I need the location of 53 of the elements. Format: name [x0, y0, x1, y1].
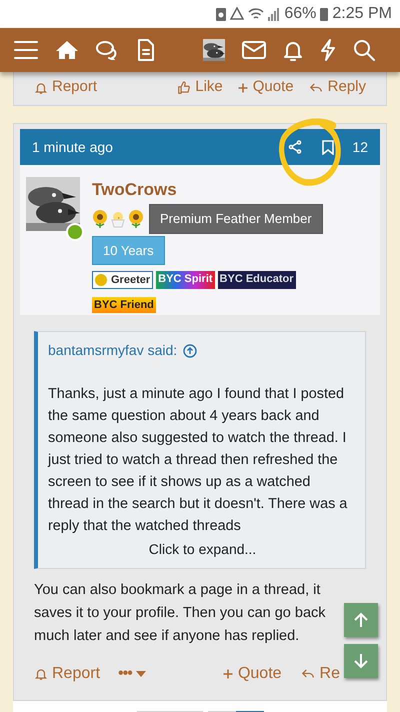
post-body: You can also bookmark a page in a thread, it saves it to your profile. Then you can go back much later and see if anyone has replied.	[34, 581, 327, 646]
wifi-icon	[248, 7, 264, 21]
report-link[interactable]: Report	[34, 662, 100, 686]
bookmark-icon[interactable]	[322, 140, 334, 154]
bell-icon[interactable]	[283, 39, 303, 61]
battery-icon	[320, 7, 328, 21]
tenure-badge: 10 Years	[92, 236, 165, 265]
caret-icon	[136, 671, 146, 677]
award-badge: BYC Educator	[218, 271, 296, 289]
award-badge: BYC Friend	[92, 297, 156, 313]
arrow-up-icon	[354, 612, 368, 628]
quote-link[interactable]: Quote	[236, 76, 294, 99]
quote-link[interactable]: Quote	[222, 662, 282, 686]
chick-icon	[110, 210, 126, 228]
report-link[interactable]: Report	[34, 76, 98, 99]
arrow-up-circle-icon[interactable]	[183, 344, 198, 358]
lightning-icon[interactable]	[320, 39, 336, 61]
recycle-icon	[230, 7, 244, 21]
user-avatar[interactable]	[203, 39, 225, 61]
menu-icon[interactable]	[14, 40, 38, 60]
post-time: 1 minute ago	[32, 138, 113, 157]
scroll-up-button[interactable]	[344, 603, 378, 637]
home-icon[interactable]	[55, 40, 79, 60]
arrow-down-icon	[354, 653, 368, 669]
battery-saver-icon	[216, 7, 226, 21]
sunflower-icon	[128, 210, 144, 228]
bell-icon	[34, 80, 48, 94]
document-icon[interactable]	[137, 39, 155, 61]
click-to-expand-link[interactable]: Click to expand...	[148, 539, 256, 560]
reply-icon	[308, 80, 324, 94]
share-icon[interactable]	[288, 140, 302, 154]
post-number: 12	[352, 138, 368, 156]
quote-text: Thanks, just a minute ago I found that I posted the same question about 4 years back and someone also suggested to watch the thread. I just tried to watch a thread then refreshed the screen to see if it shows up as a watched thread in the search but it doesn't. There was a reply that the watched threads	[48, 385, 348, 536]
scroll-down-button[interactable]	[344, 644, 378, 678]
bell-icon	[34, 667, 48, 681]
envelope-icon[interactable]	[242, 41, 266, 59]
battery-level: 66%	[284, 4, 316, 24]
reply-link[interactable]: Reply	[308, 76, 366, 99]
user-title-badge: Premium Feather Member	[149, 204, 323, 234]
search-icon[interactable]	[353, 39, 375, 61]
thumb-icon	[177, 80, 192, 94]
like-link[interactable]: Like	[177, 76, 223, 99]
author-name[interactable]: TwoCrows	[92, 179, 177, 201]
sunflower-icon	[92, 210, 108, 228]
reply-link[interactable]: Re	[300, 662, 340, 686]
clock: 2:25 PM	[332, 4, 392, 24]
quote-author-link[interactable]: bantamsrmyfav said:	[48, 340, 178, 361]
author-avatar[interactable]	[26, 177, 80, 231]
signal-icon	[268, 7, 280, 21]
plus-icon	[236, 82, 249, 94]
award-badge: Greeter	[92, 271, 154, 289]
more-menu-button[interactable]: •••	[118, 662, 146, 686]
plus-icon	[222, 668, 234, 680]
